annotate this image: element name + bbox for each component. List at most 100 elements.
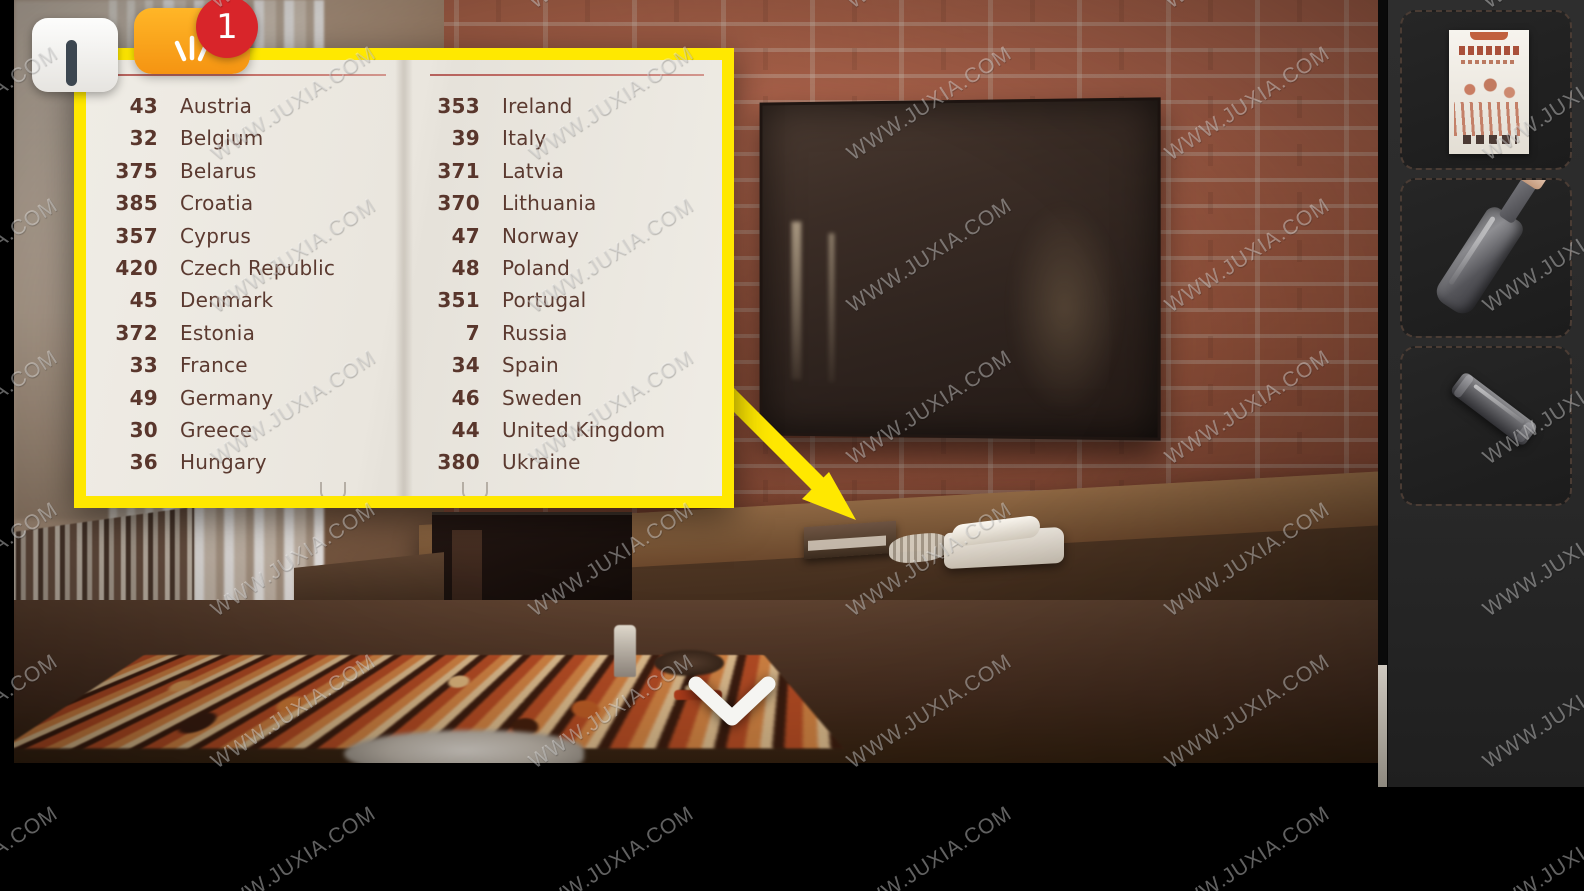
country-name: Ireland	[502, 94, 573, 118]
dialing-code-row: 49 Germany	[108, 382, 386, 414]
country-name: Austria	[180, 94, 253, 118]
country-name: United Kingdom	[502, 417, 666, 442]
metal-pipe-item[interactable]	[1449, 370, 1539, 448]
dialing-code: 357	[115, 223, 158, 248]
country-name: Portugal	[502, 288, 587, 313]
book-columns: 43 Austria 32 Belgium 375 Belarus 385 Croatia 35…	[86, 60, 722, 496]
dialing-code: 371	[437, 158, 480, 183]
country-name: Czech Republic	[180, 255, 336, 280]
country-name: Denmark	[180, 288, 274, 313]
pipe-highlight	[1473, 383, 1525, 425]
dialing-code: 375	[115, 158, 158, 183]
country-name: Russia	[502, 320, 568, 345]
nav-down-button[interactable]	[672, 660, 792, 740]
flyer-tear-off-strip	[1463, 135, 1517, 144]
dialing-code-list-left: 43 Austria 32 Belgium 375 Belarus 385 Croatia 35…	[108, 90, 386, 479]
dialing-code-row: 34 Spain	[430, 349, 704, 381]
dialing-code: 33	[129, 353, 158, 378]
country-name: Belarus	[180, 158, 257, 183]
chevron-down-icon	[688, 676, 776, 726]
inventory-scrollbar[interactable]	[1378, 0, 1387, 787]
game-screen: 43 Austria 32 Belgium 375 Belarus 385 Croatia 35…	[0, 0, 1584, 891]
tv-reflection-3	[1009, 202, 1121, 415]
book-column-right: 353 Ireland 39 Italy 371 Latvia 370 Lithuania 47…	[404, 60, 722, 496]
dialing-code: 45	[129, 288, 158, 313]
dialing-code: 372	[115, 320, 158, 345]
bottle-item[interactable]	[1431, 180, 1549, 319]
dialing-code-row: 32 Belgium	[108, 122, 386, 154]
dialing-code: 351	[437, 288, 480, 313]
inventory-slot-pipe[interactable]	[1400, 346, 1572, 506]
dialing-code-row: 420 Czech Republic	[108, 252, 386, 284]
country-name: Greece	[180, 417, 253, 442]
left-letterbox	[0, 0, 14, 763]
dialing-code-row: 370 Lithuania	[430, 187, 704, 219]
dialing-code-row: 47 Norway	[430, 220, 704, 252]
flyer-subtitle-text	[1461, 60, 1517, 64]
dialing-codes-book-overlay[interactable]: 43 Austria 32 Belgium 375 Belarus 385 Croatia 35…	[74, 48, 734, 508]
dialing-code: 380	[437, 450, 480, 475]
country-name: Ukraine	[502, 450, 581, 475]
wall-mounted-tv[interactable]	[759, 97, 1161, 441]
dialing-code-row: 351 Portugal	[430, 284, 704, 316]
staple-right	[462, 482, 488, 496]
dialing-code: 32	[129, 126, 158, 151]
book-column-left: 43 Austria 32 Belgium 375 Belarus 385 Croatia 35…	[86, 60, 404, 496]
inventory-panel[interactable]	[1378, 0, 1584, 787]
scrollbar-thumb[interactable]	[1378, 665, 1387, 787]
dialing-code-row: 30 Greece	[108, 414, 386, 446]
country-name: Sweden	[502, 385, 583, 410]
pause-bar-icon	[66, 40, 77, 86]
dialing-code: 385	[115, 191, 158, 216]
pipe-end-far	[1514, 420, 1535, 444]
book-on-shelf[interactable]	[804, 520, 896, 560]
dialing-code: 43	[129, 94, 158, 118]
bottom-letterbox	[0, 787, 1584, 891]
inventory-slot-flyer[interactable]	[1400, 10, 1572, 170]
dialing-code-row: 380 Ukraine	[430, 446, 704, 478]
inventory-slot-bottle[interactable]	[1400, 178, 1572, 338]
dialing-code-row: 36 Hungary	[108, 446, 386, 478]
country-name: Poland	[502, 255, 570, 280]
tv-reflection-2	[828, 233, 835, 382]
dialing-code-row: 375 Belarus	[108, 155, 386, 187]
dialing-code-row: 7 Russia	[430, 317, 704, 349]
dialing-code-row: 353 Ireland	[430, 90, 704, 122]
country-name: Croatia	[180, 191, 254, 216]
pipe-end-near	[1452, 373, 1475, 399]
dialing-code: 420	[115, 255, 158, 280]
dialing-code: 49	[129, 385, 158, 410]
flyer-item[interactable]	[1449, 30, 1529, 154]
bottle-on-floor[interactable]	[614, 625, 636, 677]
country-name: Germany	[180, 385, 274, 410]
dialing-code: 30	[129, 417, 158, 442]
dialing-code-row: 44 United Kingdom	[430, 414, 704, 446]
country-name: Norway	[502, 223, 580, 248]
country-name: Italy	[502, 126, 547, 151]
bottle-highlight	[1448, 215, 1496, 286]
column-rule-right	[430, 74, 704, 76]
dialing-code-row: 43 Austria	[108, 90, 386, 122]
dialing-code: 353	[437, 94, 480, 118]
dialing-code: 44	[451, 417, 480, 442]
dialing-code-list-right: 353 Ireland 39 Italy 371 Latvia 370 Lithuania 47…	[430, 90, 704, 479]
dialing-code-row: 46 Sweden	[430, 382, 704, 414]
dialing-code: 370	[437, 191, 480, 216]
country-name: Cyprus	[180, 223, 252, 248]
book-page: 43 Austria 32 Belgium 375 Belarus 385 Croatia 35…	[86, 60, 722, 496]
country-name: Latvia	[502, 158, 565, 183]
dialing-code: 39	[451, 126, 480, 151]
country-name: Estonia	[180, 320, 256, 345]
dialing-code-row: 357 Cyprus	[108, 220, 386, 252]
dialing-code: 48	[451, 255, 480, 280]
dialing-code-row: 371 Latvia	[430, 155, 704, 187]
flyer-header-band	[1470, 32, 1508, 40]
tv-reflection	[791, 221, 802, 380]
dialing-code-row: 385 Croatia	[108, 187, 386, 219]
flyer-title-text	[1459, 46, 1519, 55]
menu-button[interactable]	[32, 18, 118, 92]
column-rule-left	[108, 74, 386, 76]
dialing-code-row: 48 Poland	[430, 252, 704, 284]
dialing-code-row: 39 Italy	[430, 122, 704, 154]
dialing-code-row: 372 Estonia	[108, 317, 386, 349]
